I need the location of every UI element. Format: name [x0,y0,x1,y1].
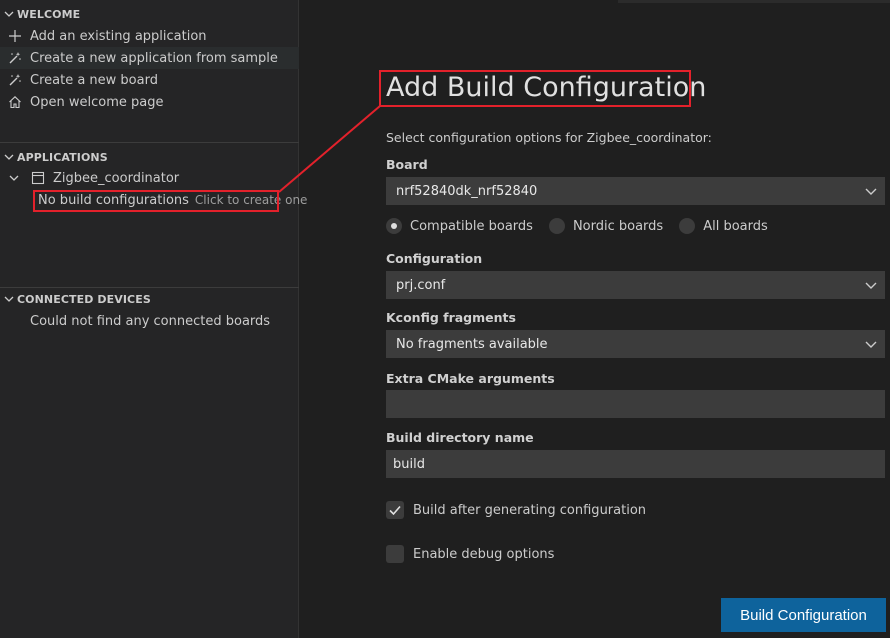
build-directory-value: build [393,456,425,472]
board-select-value: nrf52840dk_nrf52840 [396,183,538,199]
configuration-select-value: prj.conf [396,277,446,293]
build-directory-label: Build directory name [386,430,534,445]
build-directory-input[interactable]: build [386,450,885,478]
annotation-highlight-box [379,70,691,107]
radio-label: Compatible boards [410,218,533,234]
form-subtitle: Select configuration options for Zigbee_… [386,130,712,145]
radio-unselected-icon[interactable] [679,218,696,234]
kconfig-label: Kconfig fragments [386,310,516,325]
build-configuration-button[interactable]: Build Configuration [721,598,886,632]
radio-selected-icon[interactable] [386,218,402,234]
radio-nordic-boards[interactable]: Nordic boards [548,218,664,234]
configuration-label: Configuration [386,251,483,266]
radio-all-boards[interactable]: All boards [679,218,768,234]
radio-label: All boards [703,218,768,234]
kconfig-select-value: No fragments available [396,336,548,352]
build-after-label: Build after generating configuration [413,502,647,518]
cmake-args-input[interactable] [386,390,885,418]
debug-label: Enable debug options [413,546,555,562]
radio-compatible-boards[interactable]: Compatible boards [386,218,533,234]
kconfig-select[interactable]: No fragments available [386,330,885,358]
cmake-args-label: Extra CMake arguments [386,371,555,386]
build-after-option[interactable]: Build after generating configuration [386,500,646,520]
radio-unselected-icon[interactable] [548,218,565,234]
radio-label: Nordic boards [572,218,664,234]
checkbox-checked-icon[interactable] [386,501,404,519]
checkbox-unchecked-icon[interactable] [386,545,404,563]
board-label: Board [386,157,428,172]
debug-option[interactable]: Enable debug options [386,544,554,564]
chevron-down-icon [863,277,879,293]
chevron-down-icon [863,183,879,199]
configuration-select[interactable]: prj.conf [386,271,885,299]
board-filter-group: Compatible boards Nordic boards All boar… [386,216,784,236]
chevron-down-icon [863,336,879,352]
board-select[interactable]: nrf52840dk_nrf52840 [386,177,885,205]
